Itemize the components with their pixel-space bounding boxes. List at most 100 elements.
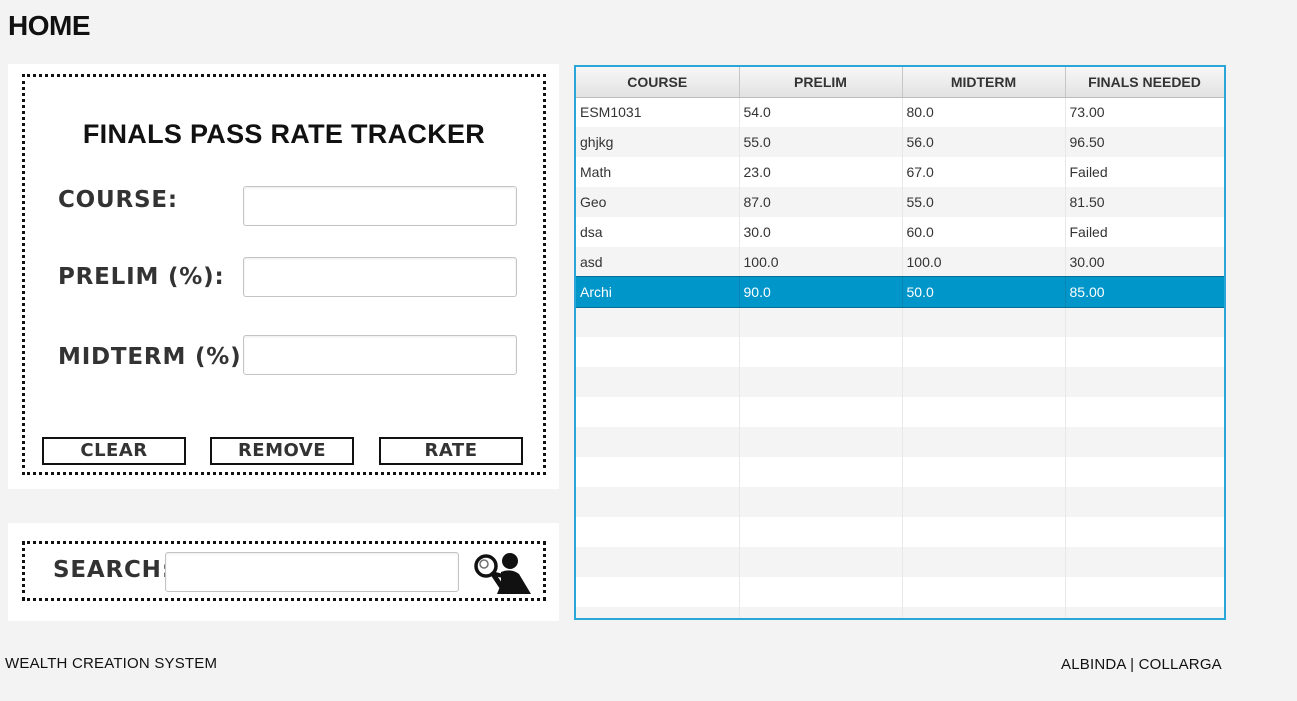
table-header-row: COURSE PRELIM MIDTERM FINALS NEEDED	[576, 67, 1224, 98]
table-cell: 55.0	[739, 127, 903, 157]
remove-button[interactable]: REMOVE	[210, 437, 354, 465]
course-label: COURSE:	[58, 187, 178, 213]
column-header-midterm[interactable]: MIDTERM	[902, 67, 1066, 98]
table-cell: asd	[576, 247, 740, 277]
table-cell: Archi	[576, 277, 740, 307]
table-row[interactable]: Geo 87.0 55.0 81.50	[576, 187, 1224, 217]
table-cell	[1065, 487, 1224, 517]
table-cell	[576, 307, 740, 337]
table-cell	[902, 487, 1066, 517]
table-cell	[1065, 427, 1224, 457]
table-cell	[739, 457, 903, 487]
table-cell	[902, 547, 1066, 577]
table-cell	[1065, 577, 1224, 607]
empty-table-row	[576, 427, 1224, 457]
table-cell	[902, 367, 1066, 397]
search-panel: SEARCH:	[8, 523, 559, 621]
table-cell	[576, 427, 740, 457]
rate-button[interactable]: RATE	[379, 437, 523, 465]
table-cell: dsa	[576, 217, 740, 247]
empty-table-row	[576, 607, 1224, 618]
courses-table[interactable]: COURSE PRELIM MIDTERM FINALS NEEDED ESM1…	[574, 65, 1226, 620]
prelim-input[interactable]	[243, 257, 517, 297]
table-cell	[1065, 517, 1224, 547]
empty-table-row	[576, 457, 1224, 487]
table-cell: 30.0	[739, 217, 903, 247]
column-header-finals-needed[interactable]: FINALS NEEDED	[1065, 67, 1224, 98]
table-cell	[576, 337, 740, 367]
empty-table-row	[576, 337, 1224, 367]
table-row[interactable]: ghjkg 55.0 56.0 96.50	[576, 127, 1224, 157]
search-border: SEARCH:	[22, 541, 546, 601]
search-person-icon[interactable]	[471, 550, 535, 598]
footer-authors: ALBINDA | COLLARGA	[1061, 656, 1222, 673]
table-cell	[739, 367, 903, 397]
footer-system-name: WEALTH CREATION SYSTEM	[5, 655, 218, 672]
table-cell	[739, 307, 903, 337]
search-label: SEARCH:	[53, 557, 172, 583]
table-cell	[739, 487, 903, 517]
table-cell	[1065, 397, 1224, 427]
table-cell: 30.00	[1065, 247, 1224, 277]
table-body: ESM1031 54.0 80.0 73.00 ghjkg 55.0 56.0 96.50 Ma…	[576, 97, 1224, 618]
tracker-form-panel: FINALS PASS RATE TRACKER COURSE: PRELIM …	[8, 64, 559, 489]
table-cell: 73.00	[1065, 97, 1224, 127]
tracker-form-border: FINALS PASS RATE TRACKER COURSE: PRELIM …	[22, 74, 546, 475]
table-cell	[576, 547, 740, 577]
table-cell	[576, 397, 740, 427]
clear-button[interactable]: CLEAR	[42, 437, 186, 465]
course-input[interactable]	[243, 186, 517, 226]
table-cell: Failed	[1065, 157, 1224, 187]
column-header-course[interactable]: COURSE	[576, 67, 740, 98]
empty-table-row	[576, 487, 1224, 517]
empty-table-row	[576, 367, 1224, 397]
table-cell: 67.0	[902, 157, 1066, 187]
search-input[interactable]	[165, 552, 459, 592]
table-cell	[576, 577, 740, 607]
table-cell	[1065, 547, 1224, 577]
empty-table-row	[576, 397, 1224, 427]
table-cell	[576, 367, 740, 397]
table-row[interactable]: Math 23.0 67.0 Failed	[576, 157, 1224, 187]
table-cell	[902, 427, 1066, 457]
table-cell: 87.0	[739, 187, 903, 217]
midterm-input[interactable]	[243, 335, 517, 375]
column-header-prelim[interactable]: PRELIM	[739, 67, 903, 98]
table-cell	[739, 607, 903, 618]
table-cell: Geo	[576, 187, 740, 217]
table-cell	[902, 397, 1066, 427]
table-cell: 90.0	[739, 277, 903, 307]
table-row[interactable]: ESM1031 54.0 80.0 73.00	[576, 97, 1224, 127]
table-cell: 85.00	[1065, 277, 1224, 307]
table-cell	[1065, 307, 1224, 337]
table-cell: Failed	[1065, 217, 1224, 247]
form-heading: FINALS PASS RATE TRACKER	[82, 119, 486, 149]
table-row[interactable]: dsa 30.0 60.0 Failed	[576, 217, 1224, 247]
table-cell: 56.0	[902, 127, 1066, 157]
table-cell	[576, 517, 740, 547]
table-cell: 60.0	[902, 217, 1066, 247]
table-cell: 81.50	[1065, 187, 1224, 217]
midterm-label: MIDTERM (%):	[58, 344, 252, 370]
table-row[interactable]: Archi 90.0 50.0 85.00	[576, 276, 1224, 308]
table-cell	[739, 547, 903, 577]
table-cell	[902, 607, 1066, 618]
page-title: HOME	[8, 10, 91, 41]
table-cell	[739, 577, 903, 607]
table-row[interactable]: asd 100.0 100.0 30.00	[576, 247, 1224, 277]
prelim-label: PRELIM (%):	[58, 264, 225, 290]
table-cell: 100.0	[739, 247, 903, 277]
table-cell: 23.0	[739, 157, 903, 187]
table-cell	[739, 427, 903, 457]
table-cell: 96.50	[1065, 127, 1224, 157]
table-cell	[739, 517, 903, 547]
table-cell: 54.0	[739, 97, 903, 127]
table-cell	[576, 457, 740, 487]
table-cell: 100.0	[902, 247, 1066, 277]
table-cell	[902, 517, 1066, 547]
table-cell	[1065, 457, 1224, 487]
table-cell	[902, 337, 1066, 367]
table-cell	[902, 577, 1066, 607]
table-cell: 50.0	[902, 277, 1066, 307]
table-cell: 55.0	[902, 187, 1066, 217]
